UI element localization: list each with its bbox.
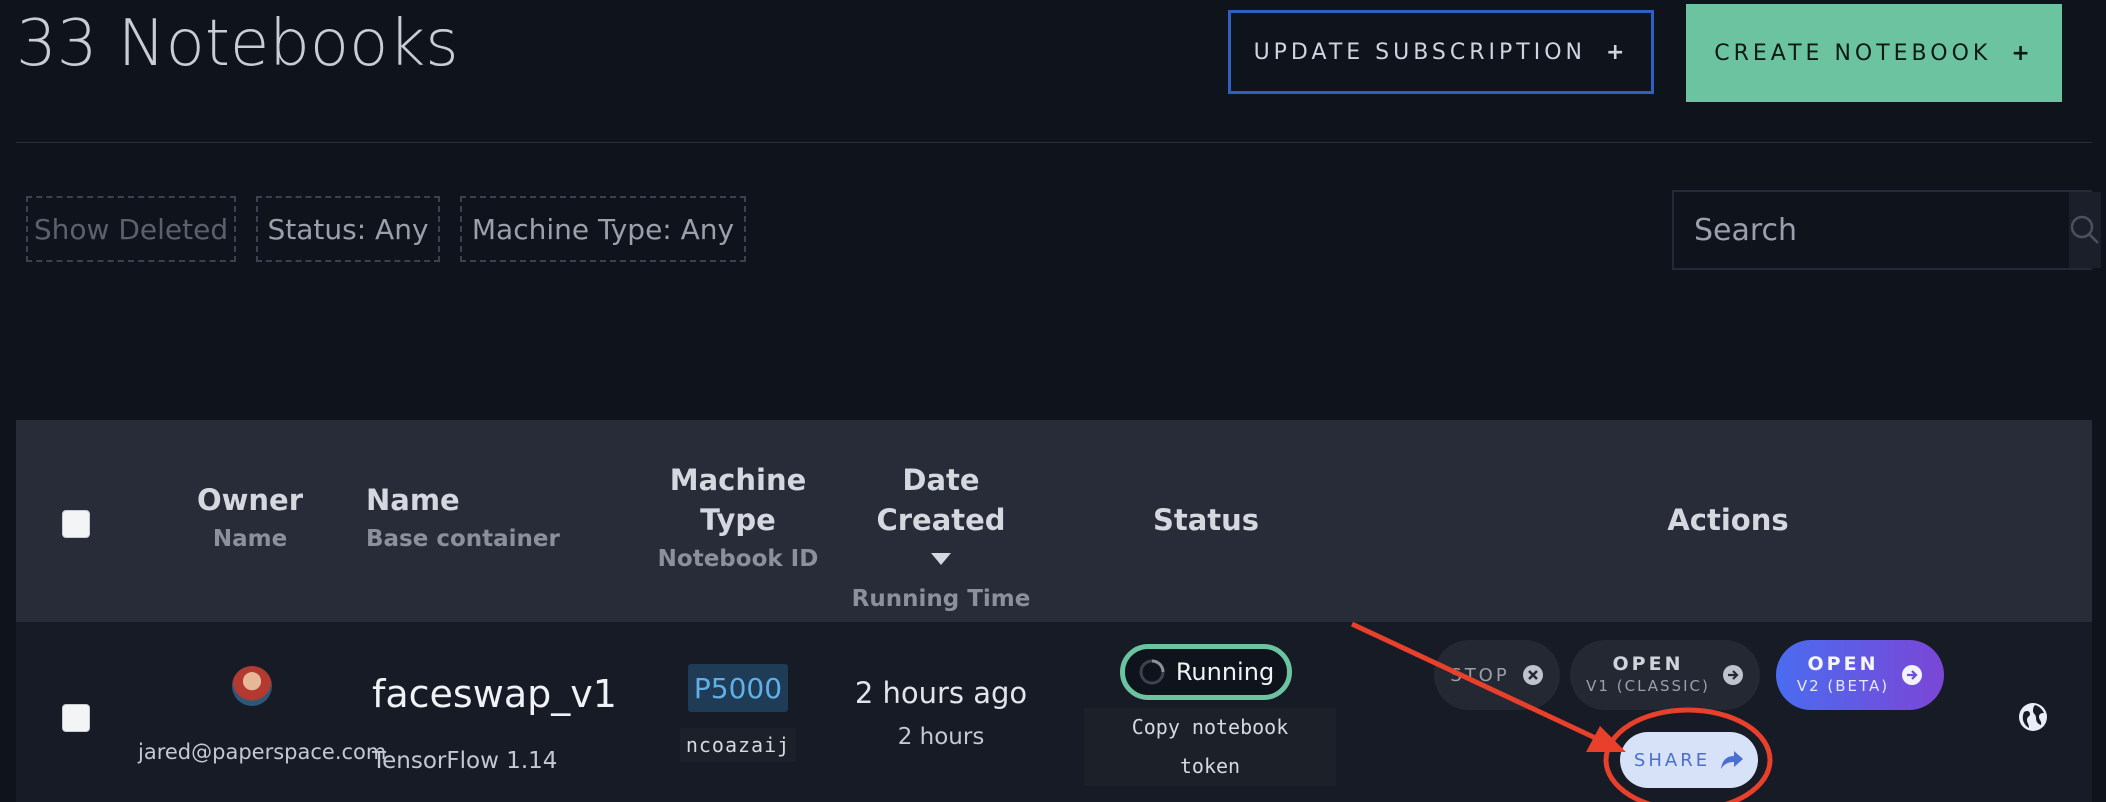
annotation-arrow: [1350, 621, 1606, 745]
annotation-circle: [1603, 707, 1773, 802]
annotation-overlay: [1350, 621, 1773, 802]
